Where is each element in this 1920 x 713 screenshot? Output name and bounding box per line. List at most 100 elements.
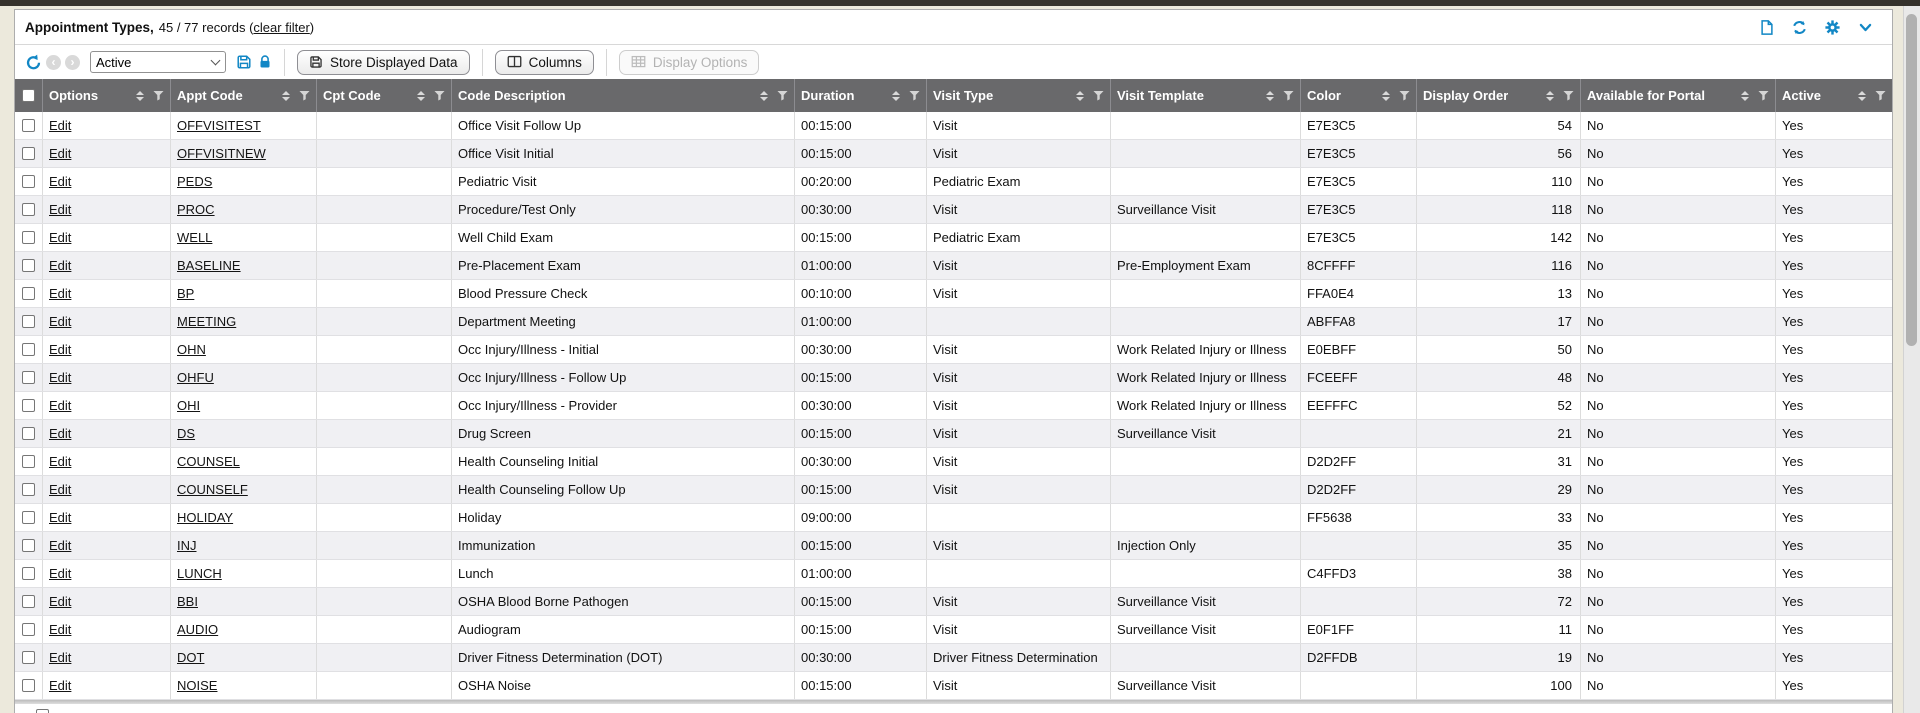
row-checkbox[interactable] — [22, 567, 35, 580]
edit-link[interactable]: Edit — [49, 370, 71, 385]
row-checkbox[interactable] — [22, 483, 35, 496]
edit-link[interactable]: Edit — [49, 594, 71, 609]
row-checkbox[interactable] — [22, 119, 35, 132]
filter-icon[interactable] — [1093, 91, 1104, 101]
appt-code-link[interactable]: BASELINE — [177, 258, 241, 273]
column-header-code_description[interactable]: Code Description — [452, 79, 795, 112]
appt-code-link[interactable]: BP — [177, 286, 194, 301]
appt-code-link[interactable]: OFFVISITNEW — [177, 146, 266, 161]
column-header-display_order[interactable]: Display Order — [1417, 79, 1581, 112]
sort-icon[interactable] — [1266, 91, 1274, 101]
row-checkbox[interactable] — [22, 455, 35, 468]
column-header-visit_type[interactable]: Visit Type — [927, 79, 1111, 112]
scrollbar-thumb[interactable] — [1906, 14, 1917, 346]
filter-icon[interactable] — [1283, 91, 1294, 101]
vertical-scrollbar[interactable] — [1903, 6, 1920, 713]
columns-button[interactable]: Columns — [495, 50, 594, 75]
row-checkbox[interactable] — [22, 343, 35, 356]
appt-code-link[interactable]: HOLIDAY — [177, 510, 233, 525]
edit-link[interactable]: Edit — [49, 566, 71, 581]
appt-code-link[interactable]: WELL — [177, 230, 212, 245]
nav-forward-icon[interactable]: › — [65, 55, 80, 70]
edit-link[interactable]: Edit — [49, 538, 71, 553]
row-checkbox[interactable] — [22, 539, 35, 552]
filter-icon[interactable] — [1758, 91, 1769, 101]
appt-code-link[interactable]: AUDIO — [177, 622, 218, 637]
edit-link[interactable]: Edit — [49, 426, 71, 441]
appt-code-link[interactable]: INJ — [177, 538, 197, 553]
sort-icon[interactable] — [417, 91, 425, 101]
save-icon[interactable] — [236, 54, 252, 70]
filter-icon[interactable] — [434, 91, 445, 101]
column-header-color[interactable]: Color — [1301, 79, 1417, 112]
edit-link[interactable]: Edit — [49, 146, 71, 161]
appt-code-link[interactable]: DOT — [177, 650, 204, 665]
sort-icon[interactable] — [1076, 91, 1084, 101]
filter-icon[interactable] — [1563, 91, 1574, 101]
appt-code-link[interactable]: PEDS — [177, 174, 212, 189]
appt-code-link[interactable]: NOISE — [177, 678, 217, 693]
appt-code-link[interactable]: LUNCH — [177, 566, 222, 581]
filter-icon[interactable] — [153, 91, 164, 101]
column-header-select[interactable] — [15, 79, 43, 112]
undo-icon[interactable] — [25, 54, 42, 71]
sort-icon[interactable] — [1382, 91, 1390, 101]
column-header-options[interactable]: Options — [43, 79, 171, 112]
refresh-icon[interactable] — [1791, 19, 1808, 36]
store-displayed-data-button[interactable]: Store Displayed Data — [297, 50, 470, 75]
edit-link[interactable]: Edit — [49, 622, 71, 637]
column-header-duration[interactable]: Duration — [795, 79, 927, 112]
appt-code-link[interactable]: BBI — [177, 594, 198, 609]
edit-link[interactable]: Edit — [49, 398, 71, 413]
column-header-active[interactable]: Active — [1776, 79, 1892, 112]
row-checkbox[interactable] — [22, 399, 35, 412]
filter-icon[interactable] — [1399, 91, 1410, 101]
filter-icon[interactable] — [1875, 91, 1886, 101]
column-header-visit_template[interactable]: Visit Template — [1111, 79, 1301, 112]
edit-link[interactable]: Edit — [49, 678, 71, 693]
row-checkbox[interactable] — [36, 709, 49, 713]
edit-link[interactable]: Edit — [49, 314, 71, 329]
filter-icon[interactable] — [909, 91, 920, 101]
edit-link[interactable]: Edit — [49, 118, 71, 133]
appt-code-link[interactable]: OHN — [177, 342, 206, 357]
clear-filter-link[interactable]: clear filter — [253, 20, 309, 35]
row-checkbox[interactable] — [22, 427, 35, 440]
row-checkbox[interactable] — [22, 147, 35, 160]
appt-code-link[interactable]: MEETING — [177, 314, 236, 329]
edit-link[interactable]: Edit — [49, 286, 71, 301]
sort-icon[interactable] — [282, 91, 290, 101]
sort-icon[interactable] — [892, 91, 900, 101]
appt-code-link[interactable]: OFFVISITEST — [177, 118, 261, 133]
sort-icon[interactable] — [136, 91, 144, 101]
row-checkbox[interactable] — [22, 203, 35, 216]
edit-link[interactable]: Edit — [49, 650, 71, 665]
column-header-available_for_portal[interactable]: Available for Portal — [1581, 79, 1776, 112]
filter-icon[interactable] — [299, 91, 310, 101]
row-checkbox[interactable] — [22, 287, 35, 300]
row-checkbox[interactable] — [22, 259, 35, 272]
row-checkbox[interactable] — [22, 595, 35, 608]
sort-icon[interactable] — [760, 91, 768, 101]
edit-link[interactable]: Edit — [49, 174, 71, 189]
appt-code-link[interactable]: COUNSEL — [177, 454, 240, 469]
settings-gear-icon[interactable] — [1824, 19, 1841, 36]
edit-link[interactable]: Edit — [49, 230, 71, 245]
filter-select[interactable]: Active — [90, 51, 226, 73]
edit-link[interactable]: Edit — [49, 482, 71, 497]
row-checkbox[interactable] — [22, 231, 35, 244]
column-header-appt_code[interactable]: Appt Code — [171, 79, 317, 112]
new-document-icon[interactable] — [1759, 19, 1775, 36]
row-checkbox[interactable] — [22, 175, 35, 188]
row-checkbox[interactable] — [22, 315, 35, 328]
edit-link[interactable]: Edit — [49, 342, 71, 357]
edit-link[interactable]: Edit — [49, 202, 71, 217]
row-checkbox[interactable] — [22, 371, 35, 384]
collapse-chevron-icon[interactable] — [1857, 20, 1874, 35]
edit-link[interactable]: Edit — [49, 258, 71, 273]
sort-icon[interactable] — [1858, 91, 1866, 101]
row-checkbox[interactable] — [22, 679, 35, 692]
edit-link[interactable]: Edit — [49, 454, 71, 469]
appt-code-link[interactable]: OHFU — [177, 370, 214, 385]
appt-code-link[interactable]: OHI — [177, 398, 200, 413]
